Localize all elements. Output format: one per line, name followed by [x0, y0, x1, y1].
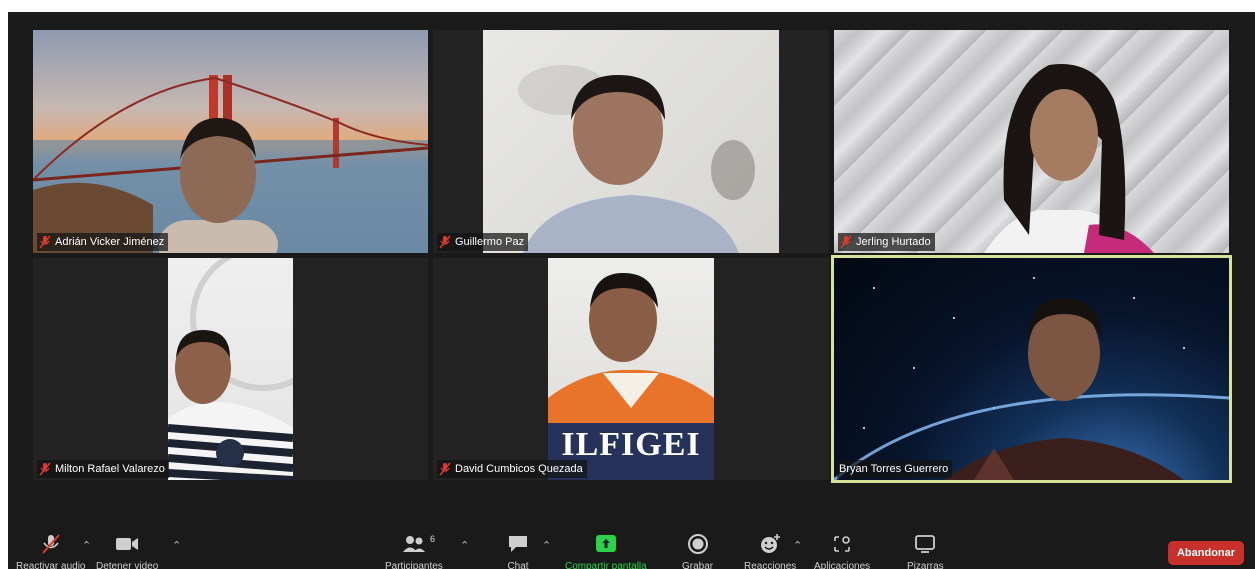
participants-count-badge: 6 — [430, 534, 436, 544]
video-feed — [834, 258, 1229, 480]
mic-muted-icon — [840, 235, 852, 249]
participant-name: Bryan Torres Guerrero — [839, 463, 949, 475]
unmute-audio-button[interactable]: Reactivar audio — [16, 533, 85, 569]
chat-button[interactable]: Chat — [506, 533, 530, 569]
participant-name: Jerling Hurtado — [856, 236, 931, 248]
mic-muted-icon — [41, 534, 60, 554]
mic-muted-icon — [439, 462, 451, 476]
mic-muted-icon — [39, 462, 51, 476]
video-options-chevron-icon[interactable]: ⌃ — [172, 539, 181, 552]
video-tile-adrian[interactable]: Adrián Vicker Jiménez — [33, 30, 428, 253]
participant-name-label: Bryan Torres Guerrero — [837, 460, 953, 478]
video-tile-guillermo[interactable]: Guillermo Paz — [433, 30, 829, 253]
participants-icon — [402, 536, 425, 552]
video-tile-milton[interactable]: Milton Rafael Valarezo — [33, 258, 428, 480]
participant-silhouette — [158, 118, 278, 253]
video-tile-bryan[interactable]: Bryan Torres Guerrero — [831, 255, 1232, 483]
participant-silhouette — [168, 258, 293, 480]
space-background-image — [834, 277, 1229, 480]
participant-silhouette — [984, 64, 1154, 253]
whiteboards-button[interactable]: Pizarras — [907, 533, 944, 569]
video-feed — [483, 30, 779, 253]
meeting-window: Adrián Vicker Jiménez Guillermo Paz Jerl… — [8, 12, 1255, 569]
mic-muted-icon — [439, 235, 451, 249]
participant-name: Adrián Vicker Jiménez — [55, 236, 165, 248]
participant-name-label: Milton Rafael Valarezo — [37, 460, 169, 478]
video-feed: ILFIGEI — [548, 258, 714, 480]
chat-bubble-icon — [509, 536, 527, 552]
participants-options-chevron-icon[interactable]: ⌃ — [460, 539, 469, 552]
reactions-options-chevron-icon[interactable]: ⌃ — [793, 539, 802, 552]
video-feed — [33, 30, 428, 253]
participant-name: David Cumbicos Quezada — [455, 463, 583, 475]
video-camera-icon — [116, 538, 139, 550]
video-feed — [834, 30, 1229, 253]
participant-name: Milton Rafael Valarezo — [55, 463, 165, 475]
share-screen-button[interactable]: Compartir pantalla — [565, 533, 647, 569]
participant-silhouette — [518, 65, 755, 253]
mic-muted-icon — [39, 235, 51, 249]
video-tile-jerling[interactable]: Jerling Hurtado — [834, 30, 1229, 253]
reactions-button[interactable]: Reacciones — [744, 533, 796, 569]
participant-name-label: Adrián Vicker Jiménez — [37, 233, 169, 251]
share-screen-icon — [595, 535, 616, 552]
meeting-toolbar: Reactivar audio ⌃ Detener video ⌃ Partic… — [8, 527, 1255, 569]
participant-name: Guillermo Paz — [455, 236, 525, 248]
participant-name-label: Jerling Hurtado — [838, 233, 935, 251]
apps-icon — [834, 536, 850, 552]
record-icon — [687, 534, 708, 554]
participant-name-label: David Cumbicos Quezada — [437, 460, 587, 478]
apps-button[interactable]: Aplicaciones — [814, 533, 870, 569]
chat-options-chevron-icon[interactable]: ⌃ — [542, 539, 551, 552]
audio-options-chevron-icon[interactable]: ⌃ — [82, 539, 91, 552]
stop-video-button[interactable]: Detener video — [96, 533, 158, 569]
shirt-print: ILFIGEI — [561, 426, 701, 463]
video-tile-david[interactable]: ILFIGEI David Cumbicos Quezada — [433, 258, 829, 480]
leave-meeting-button[interactable]: Abandonar — [1168, 541, 1244, 565]
participant-name-label: Guillermo Paz — [437, 233, 529, 251]
record-button[interactable]: Grabar — [682, 533, 713, 569]
smiley-icon — [761, 534, 781, 553]
whiteboard-icon — [915, 535, 936, 553]
video-feed — [168, 258, 293, 480]
